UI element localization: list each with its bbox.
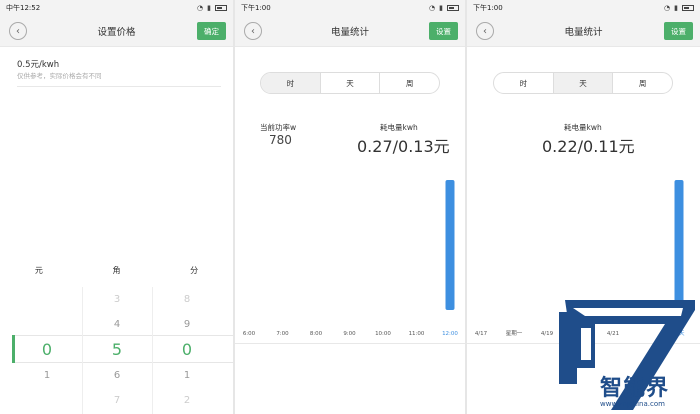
tick-label-4/19: 4/19 <box>541 331 554 337</box>
picker-option[interactable]: 7 <box>114 388 120 413</box>
picker-option[interactable]: 3 <box>114 287 120 312</box>
price-hint: 仅供参考，实际价格会有不同 <box>17 72 102 80</box>
bar-今天 <box>674 180 684 310</box>
picker-option[interactable]: 6 <box>114 363 120 388</box>
back-button[interactable]: ‹ <box>476 22 494 40</box>
battery-icon <box>215 5 227 11</box>
signal-icon: ▮ <box>674 4 678 12</box>
tab-week[interactable]: 周 <box>379 73 439 93</box>
chart-baseline <box>235 343 465 344</box>
tick-label-10:00: 10:00 <box>375 331 391 337</box>
picker-header-fen: 分 <box>190 266 199 275</box>
chevron-left-icon: ‹ <box>483 25 487 37</box>
page-title: 电量统计 <box>330 27 369 38</box>
title-bar: ‹ 电量统计 设置 <box>467 16 700 47</box>
power-value: 780 <box>269 133 292 147</box>
set-price-screen: 中午12:52 ◔ ▮ ‹ 设置价格 确定 0.5元/kwh 仅供参考，实际价格会… <box>0 0 233 414</box>
picker-selected-jiao[interactable]: 5 <box>112 337 122 363</box>
energy-value: 0.22/0.11元 <box>542 137 635 156</box>
tick-label-9:00: 9:00 <box>343 331 356 337</box>
tab-hour[interactable]: 时 <box>494 73 553 93</box>
picker-column-fen[interactable]: 8 9 0 1 2 <box>152 287 222 414</box>
wifi-icon: ◔ <box>429 4 436 12</box>
divider <box>17 86 221 87</box>
picker-selected-fen[interactable]: 0 <box>182 337 192 363</box>
status-bar: 下午1:00 ◔ ▮ <box>235 0 465 16</box>
page-title: 设置价格 <box>97 27 136 38</box>
picker-option[interactable]: 2 <box>184 388 190 413</box>
wifi-icon: ◔ <box>664 4 671 12</box>
signal-icon: ▮ <box>207 4 211 12</box>
period-tabs: 时 天 周 <box>493 72 673 94</box>
status-bar: 中午12:52 ◔ ▮ <box>0 0 233 16</box>
battery-icon <box>682 5 694 11</box>
tick-label-6:00: 6:00 <box>243 331 256 337</box>
picker-option[interactable]: 1 <box>44 363 50 388</box>
picker-option[interactable]: 1 <box>184 363 190 388</box>
confirm-button[interactable]: 确定 <box>197 22 226 40</box>
chevron-left-icon: ‹ <box>251 25 255 37</box>
period-tabs: 时 天 周 <box>260 72 440 94</box>
bar-12:00 <box>445 180 455 310</box>
watermark-name: 智能界 <box>600 376 670 401</box>
tick-label-12:00: 12:00 <box>442 331 458 337</box>
price-value: 0.5元/kwh <box>17 60 60 70</box>
status-time: 下午1:00 <box>241 4 271 12</box>
battery-icon <box>447 5 459 11</box>
tick-label-8:00: 8:00 <box>310 331 323 337</box>
picker-header-jiao: 角 <box>112 266 121 275</box>
tick-label-4/17: 4/17 <box>475 331 488 337</box>
back-button[interactable]: ‹ <box>9 22 27 40</box>
status-time: 下午1:00 <box>473 4 503 12</box>
picker-header-yuan: 元 <box>34 266 43 275</box>
back-button[interactable]: ‹ <box>244 22 262 40</box>
picker-column-jiao[interactable]: 3 4 5 6 7 <box>82 287 152 414</box>
picker-option[interactable]: 4 <box>114 312 120 337</box>
chevron-left-icon: ‹ <box>16 25 20 37</box>
picker-headers: 元 角 分 <box>0 265 233 276</box>
picker-option[interactable]: 9 <box>184 312 190 337</box>
tab-hour[interactable]: 时 <box>261 73 320 93</box>
signal-icon: ▮ <box>439 4 443 12</box>
power-label: 当前功率w <box>260 123 297 132</box>
page-title: 电量统计 <box>564 27 603 38</box>
tick-label-11:00: 11:00 <box>409 331 425 337</box>
tick-label-星期一: 星期一 <box>506 330 523 337</box>
hourly-energy-chart: 6:00 7:00 8:00 9:00 10:00 11:00 12:00 <box>243 180 458 337</box>
tab-day[interactable]: 天 <box>552 73 613 93</box>
energy-stats-hour-screen: 下午1:00 ◔ ▮ ‹ 电量统计 设置 时 天 周 当前功率w 780 耗电量k… <box>235 0 465 414</box>
picker-selected-yuan[interactable]: 0 <box>42 337 52 363</box>
tab-day[interactable]: 天 <box>319 73 380 93</box>
watermark-url: www.znjchina.com <box>600 400 665 408</box>
title-bar: ‹ 电量统计 设置 <box>235 16 465 47</box>
settings-button[interactable]: 设置 <box>664 22 693 40</box>
number-picker[interactable]: 0 1 3 4 5 6 7 8 9 0 1 2 <box>12 287 233 414</box>
picker-column-yuan[interactable]: 0 1 <box>12 287 82 414</box>
energy-value: 0.27/0.13元 <box>357 137 450 156</box>
picker-option[interactable]: 8 <box>184 287 190 312</box>
wifi-icon: ◔ <box>197 4 204 12</box>
tick-label-7:00: 7:00 <box>276 331 289 337</box>
settings-button[interactable]: 设置 <box>429 22 458 40</box>
tab-week[interactable]: 周 <box>612 73 672 93</box>
energy-label: 耗电量kwh <box>564 123 602 132</box>
title-bar: ‹ 设置价格 确定 <box>0 16 233 47</box>
status-bar: 下午1:00 ◔ ▮ <box>467 0 700 16</box>
status-time: 中午12:52 <box>6 4 41 12</box>
energy-label: 耗电量kwh <box>380 123 418 132</box>
